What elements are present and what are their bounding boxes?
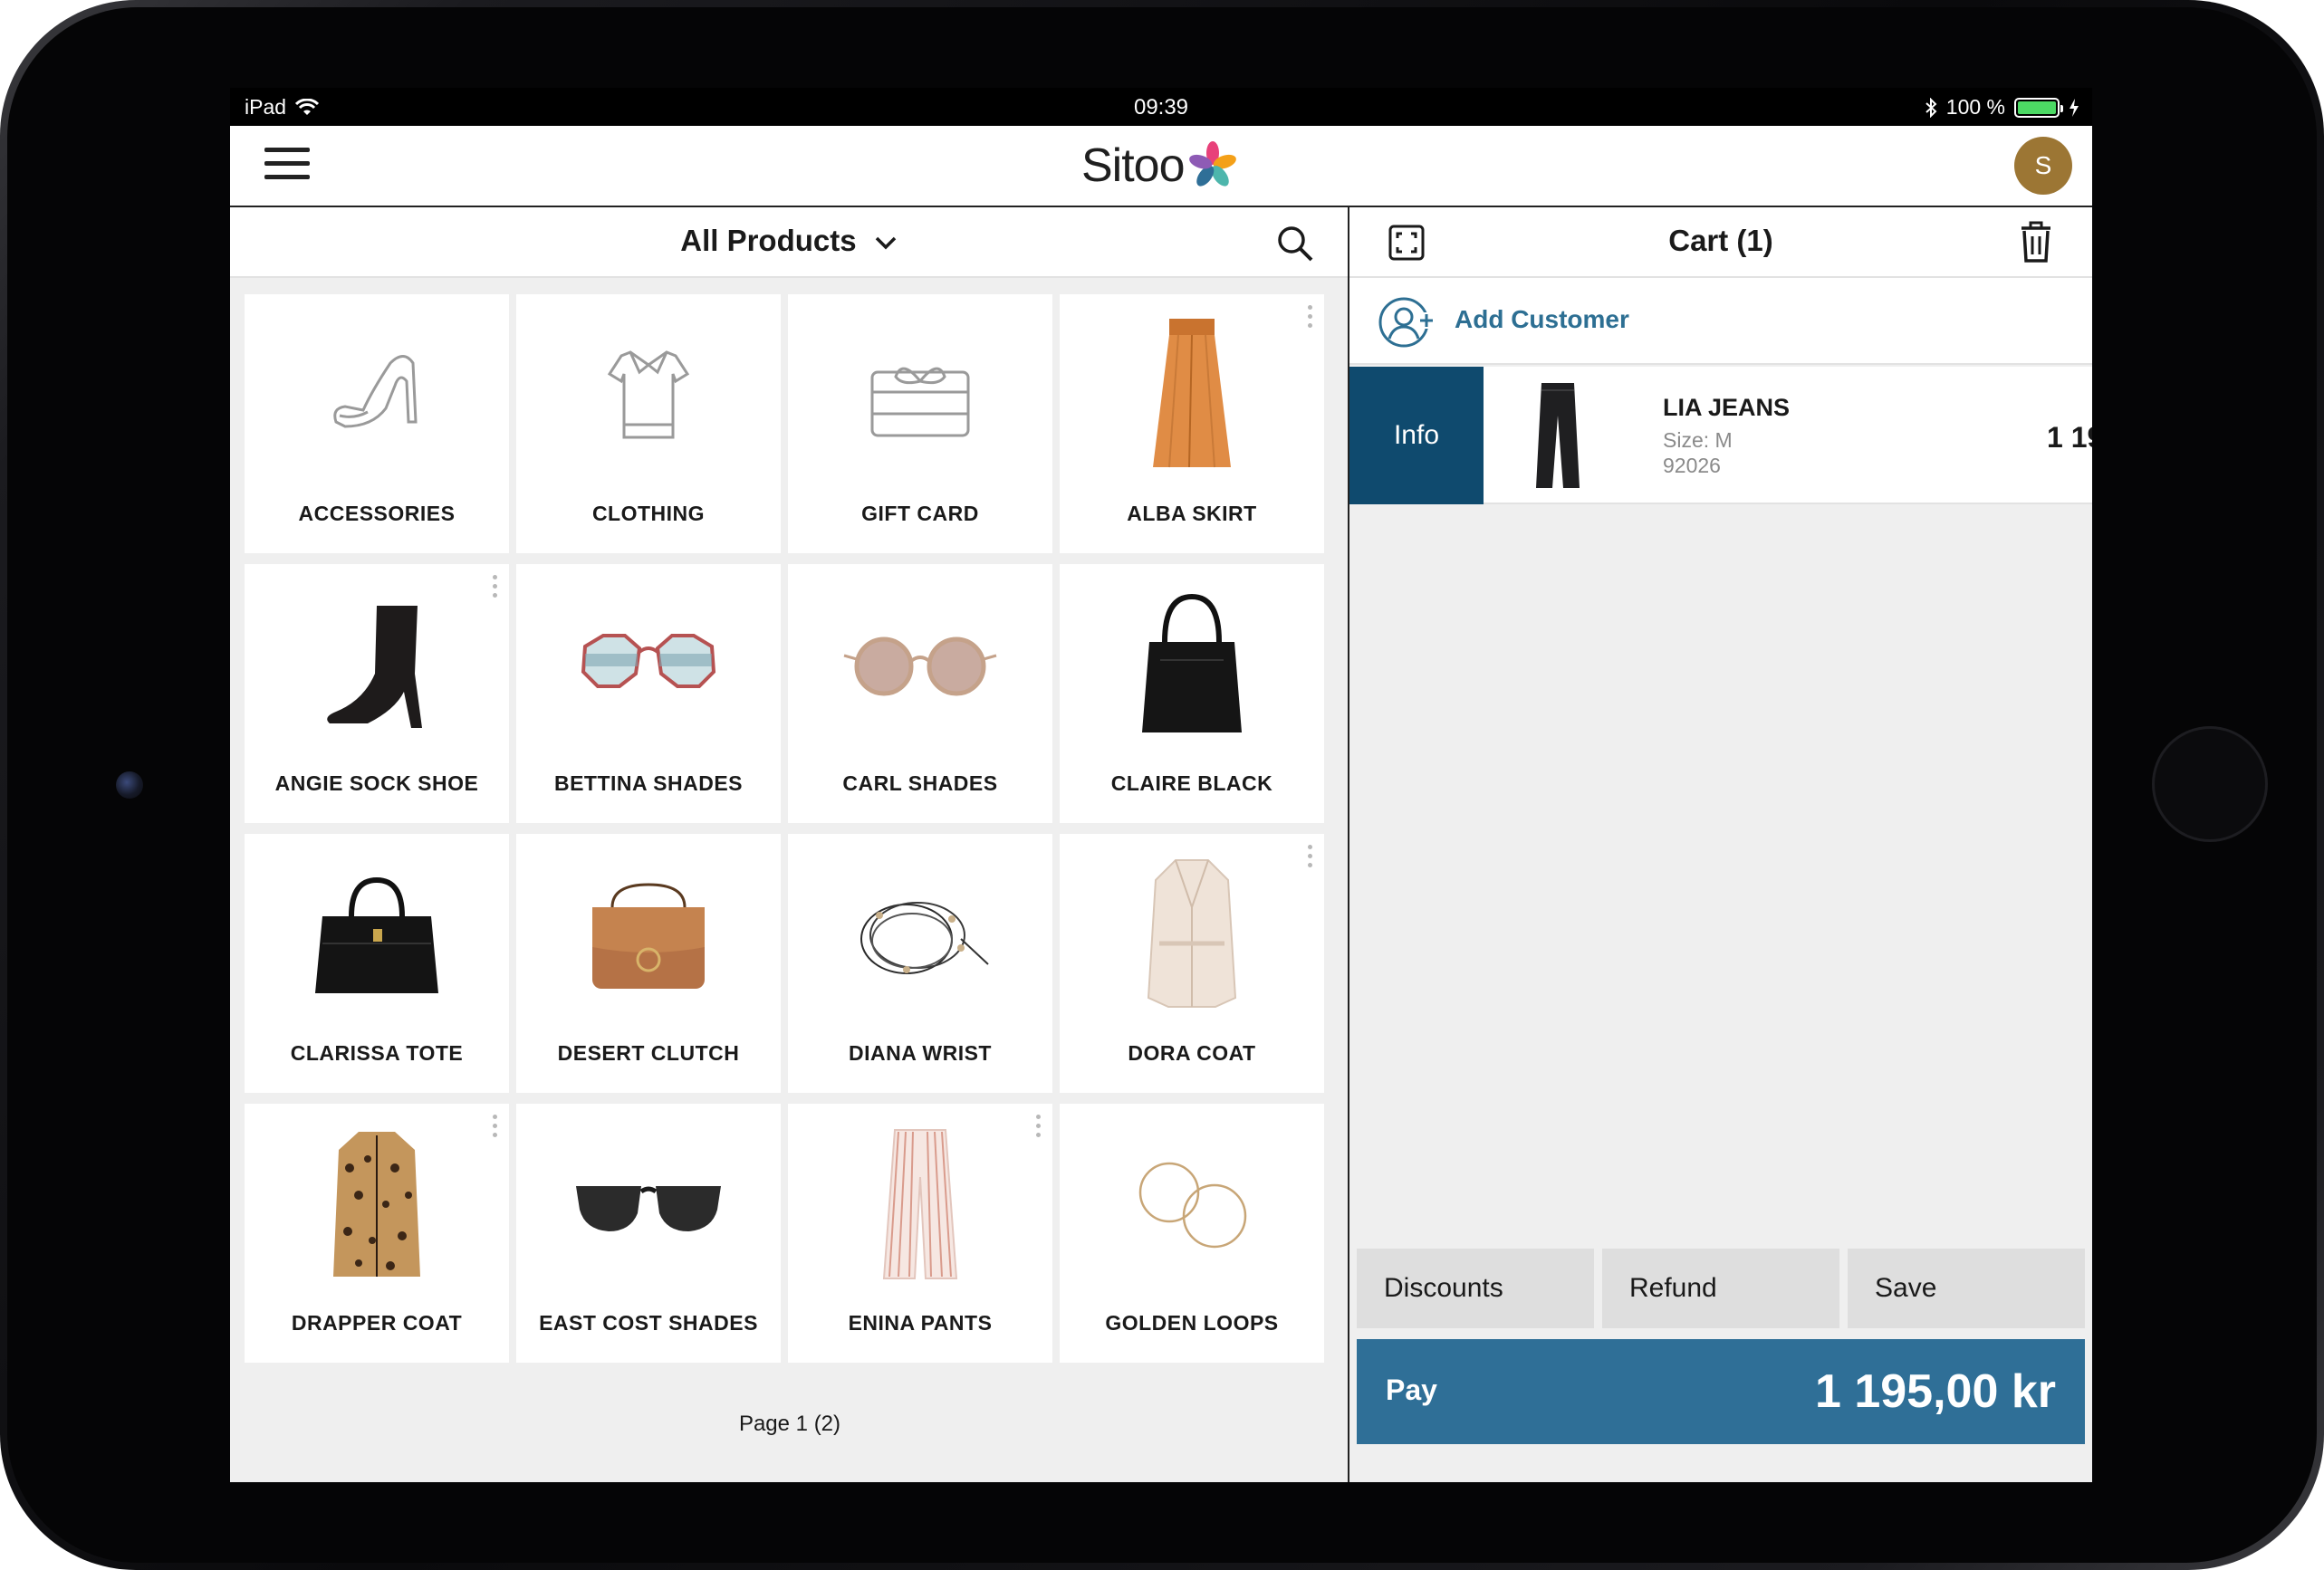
- flower-logo-icon: [1188, 141, 1236, 187]
- tile-label: DIANA WRIST: [849, 1041, 992, 1065]
- sunglasses-icon: [576, 1186, 721, 1231]
- brand-logo: Sitoo: [1081, 139, 1241, 193]
- tile-label: CLAIRE BLACK: [1110, 771, 1273, 795]
- tile-label: ALBA SKIRT: [1127, 502, 1257, 525]
- pants-icon: [882, 1129, 958, 1279]
- tile-clarissa-tote[interactable]: CLARISSA TOTE: [245, 834, 509, 1093]
- skirt-icon: [1153, 319, 1231, 468]
- tile-east-cost-shades[interactable]: EAST COST SHADES: [516, 1104, 781, 1363]
- handbag-icon: [1142, 593, 1242, 732]
- front-camera: [116, 771, 143, 799]
- line-sku: 92026: [1663, 454, 1721, 477]
- tile-label: DESERT CLUTCH: [557, 1041, 740, 1065]
- tile-clothing[interactable]: CLOTHING: [516, 294, 781, 553]
- tile-label: GIFT CARD: [861, 502, 979, 525]
- tile-claire-black[interactable]: CLAIRE BLACK: [1060, 564, 1324, 823]
- discounts-button[interactable]: Discounts: [1357, 1249, 1594, 1328]
- line-product-name: LIA JEANS: [1663, 394, 1791, 421]
- save-button[interactable]: Save: [1848, 1249, 2085, 1328]
- line-price: 1 19: [2047, 421, 2092, 454]
- tile-bettina-shades[interactable]: BETTINA SHADES: [516, 564, 781, 823]
- coat-icon: [1147, 859, 1237, 1008]
- tile-enina-pants[interactable]: ENINA PANTS: [788, 1104, 1052, 1363]
- app-header: Sitoo S: [230, 126, 2092, 207]
- sunglasses-icon: [843, 637, 997, 696]
- pay-total: 1 195,00 kr: [1814, 1365, 2056, 1418]
- tile-accessories[interactable]: ACCESSORIES: [245, 294, 509, 553]
- earrings-icon: [1138, 1162, 1247, 1249]
- battery-percent: 100 %: [1945, 95, 2005, 119]
- tile-label: ENINA PANTS: [848, 1311, 993, 1335]
- add-customer-button[interactable]: Add Customer: [1349, 278, 2092, 365]
- tile-label: EAST COST SHADES: [539, 1311, 758, 1335]
- home-button[interactable]: [2152, 726, 2268, 842]
- bluetooth-icon: [1925, 97, 1937, 118]
- tote-icon: [315, 876, 438, 993]
- tile-label: DORA COAT: [1128, 1041, 1256, 1065]
- status-bar: iPad 09:39 100 %: [230, 88, 2092, 126]
- search-icon[interactable]: [1275, 224, 1315, 263]
- cart-title: Cart (1): [1668, 224, 1773, 257]
- charging-icon: [2070, 98, 2079, 117]
- tile-label: ANGIE SOCK SHOE: [274, 771, 479, 795]
- refund-button[interactable]: Refund: [1602, 1249, 1839, 1328]
- tile-label: CLARISSA TOTE: [290, 1041, 464, 1065]
- tile-label: BETTINA SHADES: [553, 771, 744, 795]
- clutch-icon: [592, 883, 705, 989]
- tile-desert-clutch[interactable]: DESERT CLUTCH: [516, 834, 781, 1093]
- shoe-outline-icon: [333, 355, 418, 428]
- tile-label: GOLDEN LOOPS: [1105, 1311, 1279, 1335]
- user-avatar[interactable]: S: [2014, 137, 2072, 195]
- leopard-coat-icon: [333, 1132, 420, 1277]
- bracelet-icon: [860, 902, 989, 974]
- catalog-header: All Products: [230, 207, 1348, 278]
- tile-carl-shades[interactable]: CARL SHADES: [788, 564, 1052, 823]
- cart-panel: Cart (1) Add Customer Info LIA JEANS Siz…: [1349, 207, 2092, 1482]
- pay-button[interactable]: Pay 1 195,00 kr: [1357, 1339, 2085, 1444]
- cart-line-item[interactable]: Info LIA JEANS Size: M 92026 1 19: [1349, 367, 2092, 504]
- category-dropdown[interactable]: All Products: [230, 224, 1348, 258]
- pay-label: Pay: [1386, 1374, 1437, 1406]
- product-catalog: All Products ACCESSORIES CLOTHING GIFT C…: [230, 207, 1349, 1482]
- tile-label: CLOTHING: [591, 502, 706, 525]
- add-user-icon: [1378, 297, 1435, 348]
- clock: 09:39: [1133, 95, 1189, 120]
- tile-gift-card[interactable]: GIFT CARD: [788, 294, 1052, 553]
- menu-button[interactable]: [264, 148, 310, 184]
- line-size: Size: M: [1663, 428, 1733, 452]
- cart-actions: Discounts Refund Save: [1357, 1249, 2085, 1328]
- tile-diana-wrist[interactable]: DIANA WRIST: [788, 834, 1052, 1093]
- boot-icon: [327, 606, 422, 728]
- shirt-outline-icon: [607, 350, 690, 439]
- page-indicator: Page 1 (2): [738, 1412, 841, 1436]
- add-customer-label: Add Customer: [1455, 305, 1629, 333]
- screen: iPad 09:39 100 % Sitoo S All Products AC…: [230, 88, 2092, 1482]
- info-button[interactable]: Info: [1349, 367, 1484, 504]
- tile-drapper-coat[interactable]: DRAPPER COAT: [245, 1104, 509, 1363]
- chevron-down-icon: [875, 237, 897, 250]
- jeans-icon: [1536, 383, 1580, 488]
- tile-label: ACCESSORIES: [298, 502, 456, 525]
- tile-label: CARL SHADES: [842, 771, 998, 795]
- battery-icon: [2014, 97, 2063, 118]
- tile-alba-skirt[interactable]: ALBA SKIRT: [1060, 294, 1324, 553]
- tile-golden-loops[interactable]: GOLDEN LOOPS: [1060, 1104, 1324, 1363]
- sunglasses-icon: [581, 634, 716, 688]
- trash-icon[interactable]: [2018, 220, 2054, 263]
- brand-name: Sitoo: [1081, 139, 1186, 192]
- tile-label: DRAPPER COAT: [291, 1311, 463, 1335]
- cart-header: Cart (1): [1349, 207, 2092, 278]
- tile-dora-coat[interactable]: DORA COAT: [1060, 834, 1324, 1093]
- category-title: All Products: [680, 224, 857, 257]
- gift-card-icon: [870, 367, 970, 437]
- tile-angie-sock-shoe[interactable]: ANGIE SOCK SHOE: [245, 564, 509, 823]
